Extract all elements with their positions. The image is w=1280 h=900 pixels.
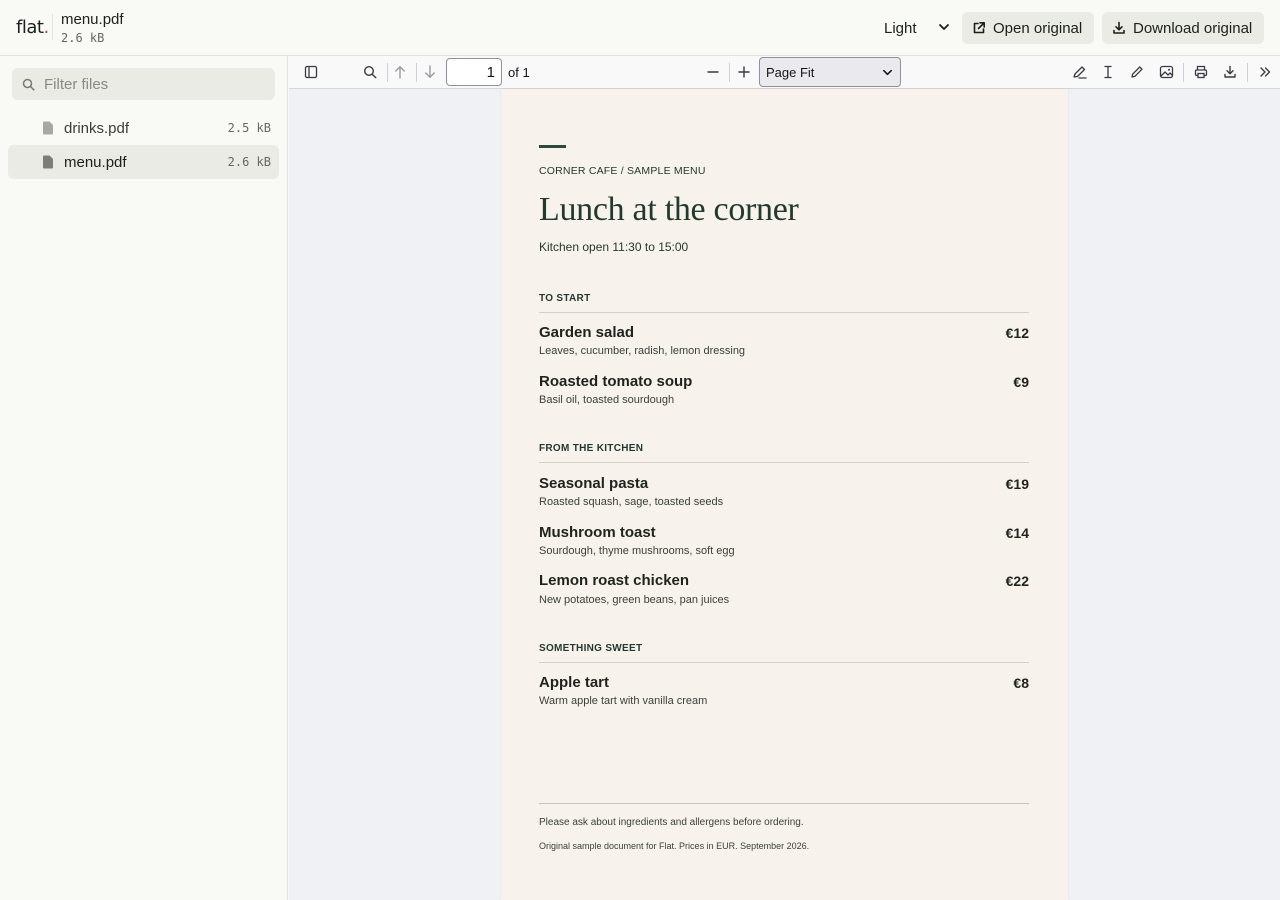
arrow-down-icon	[425, 65, 435, 78]
filter-box	[12, 68, 275, 100]
text-cursor-icon	[1104, 65, 1112, 79]
file-item-menu[interactable]: menu.pdf 2.6 kB	[8, 145, 279, 179]
file-size: 2.5 kB	[227, 121, 271, 135]
search-icon	[22, 78, 35, 91]
pdf-page: CORNER CAFE / SAMPLE MENU Lunch at the c…	[501, 89, 1068, 900]
menu-item-name: Apple tart	[539, 674, 610, 691]
pdf-toolbar: of 1 Page Fit	[289, 56, 1280, 89]
top-bar: flat. menu.pdf 2.6 kB Light Open origina…	[0, 0, 1280, 56]
highlight-button[interactable]	[1068, 62, 1090, 82]
menu-item-name: Mushroom toast	[539, 524, 656, 541]
menu-item-description: Warm apple tart with vanilla cream	[539, 695, 708, 707]
menu-item-price: €14	[1005, 525, 1029, 541]
pdf-viewer: of 1 Page Fit	[289, 56, 1280, 900]
accent-bar	[539, 145, 566, 148]
file-item-drinks[interactable]: drinks.pdf 2.5 kB	[8, 111, 279, 145]
allergen-note: Please ask about ingredients and allerge…	[539, 817, 804, 828]
brand-name: flat	[16, 17, 44, 38]
menu-item-price: €19	[1005, 476, 1029, 492]
menu-item-price: €12	[1005, 325, 1029, 341]
menu-item-description: New potatoes, green beans, pan juices	[539, 594, 730, 606]
find-button[interactable]	[359, 62, 381, 82]
arrow-up-icon	[395, 66, 405, 79]
file-icon	[43, 121, 53, 135]
section-title: TO START	[539, 293, 591, 304]
zoom-value: Page Fit	[766, 64, 815, 80]
highlighter-icon	[1072, 66, 1087, 79]
footer-rule	[539, 803, 1029, 804]
file-size: 2.6 kB	[61, 31, 105, 45]
menu-item-name: Lemon roast chicken	[539, 572, 690, 589]
page-count: of 1	[508, 65, 530, 80]
file-sidebar: drinks.pdf 2.5 kB menu.pdf 2.6 kB	[0, 56, 288, 900]
brand-dot: .	[43, 17, 49, 38]
external-link-icon	[973, 22, 985, 34]
document-footnote: Original sample document for Flat. Price…	[539, 841, 810, 851]
sidebar-toggle-icon	[304, 65, 318, 79]
zoom-select[interactable]: Page Fit	[759, 57, 901, 87]
download-original-button[interactable]: Download original	[1102, 12, 1264, 44]
menu-item-name: Garden salad	[539, 324, 635, 341]
file-name: menu.pdf	[64, 153, 127, 171]
toolbar-divider	[387, 63, 388, 82]
double-chevron-right-icon	[1260, 67, 1271, 77]
open-original-label: Open original	[993, 19, 1083, 37]
file-size: 2.6 kB	[227, 155, 271, 169]
section-rule	[539, 312, 1029, 313]
chevron-down-icon	[883, 69, 892, 76]
menu-item-price: €9	[1013, 374, 1029, 390]
add-image-button[interactable]	[1155, 62, 1177, 82]
toolbar-divider	[1183, 63, 1184, 82]
open-original-button[interactable]: Open original	[962, 12, 1094, 44]
zoom-out-button[interactable]	[702, 62, 724, 82]
section-rule	[539, 462, 1029, 463]
menu-item-price: €8	[1013, 675, 1029, 691]
menu-item-description: Roasted squash, sage, toasted seeds	[539, 496, 724, 508]
search-icon	[363, 65, 377, 79]
brand-logo: flat.	[16, 17, 49, 38]
menu-item-name: Seasonal pasta	[539, 475, 649, 492]
minus-icon	[707, 71, 719, 73]
plus-icon	[738, 66, 750, 78]
menu-item-price: €22	[1005, 573, 1029, 589]
printer-icon	[1194, 65, 1208, 79]
toolbar-divider	[416, 63, 417, 82]
download-icon	[1113, 21, 1125, 34]
next-page-button[interactable]	[419, 62, 441, 82]
header-divider	[52, 14, 53, 40]
file-title: menu.pdf	[61, 11, 124, 28]
menu-item-name: Roasted tomato soup	[539, 373, 693, 390]
menu-item-description: Sourdough, thyme mushrooms, soft egg	[539, 545, 735, 557]
file-name: drinks.pdf	[64, 119, 130, 137]
print-button[interactable]	[1190, 62, 1212, 82]
file-icon	[43, 155, 53, 169]
section-title: SOMETHING SWEET	[539, 643, 643, 654]
previous-page-button[interactable]	[389, 62, 411, 82]
section-rule	[539, 662, 1029, 663]
toolbar-divider	[729, 63, 730, 82]
theme-value: Light	[884, 19, 917, 37]
more-tools-button[interactable]	[1254, 62, 1276, 82]
save-button[interactable]	[1219, 62, 1241, 82]
chevron-down-icon	[939, 24, 949, 30]
download-icon	[1224, 65, 1236, 78]
page-number-input[interactable]	[446, 58, 502, 86]
download-original-label: Download original	[1133, 19, 1253, 37]
menu-item-description: Basil oil, toasted sourdough	[539, 394, 675, 406]
pencil-icon	[1131, 66, 1143, 78]
menu-item-description: Leaves, cucumber, radish, lemon dressing	[539, 345, 746, 357]
draw-button[interactable]	[1126, 62, 1148, 82]
toolbar-divider	[1247, 63, 1248, 82]
menu-headline: Lunch at the corner	[539, 191, 799, 228]
section-title: FROM THE KITCHEN	[539, 443, 644, 454]
kitchen-hours: Kitchen open 11:30 to 15:00	[539, 240, 689, 254]
image-icon	[1159, 65, 1173, 79]
filter-files-input[interactable]	[44, 75, 264, 93]
zoom-in-button[interactable]	[733, 62, 755, 82]
text-button[interactable]	[1097, 62, 1119, 82]
menu-eyebrow: CORNER CAFE / SAMPLE MENU	[539, 165, 706, 177]
sidebar-toggle-button[interactable]	[300, 62, 322, 82]
theme-select[interactable]: Light	[876, 12, 956, 44]
